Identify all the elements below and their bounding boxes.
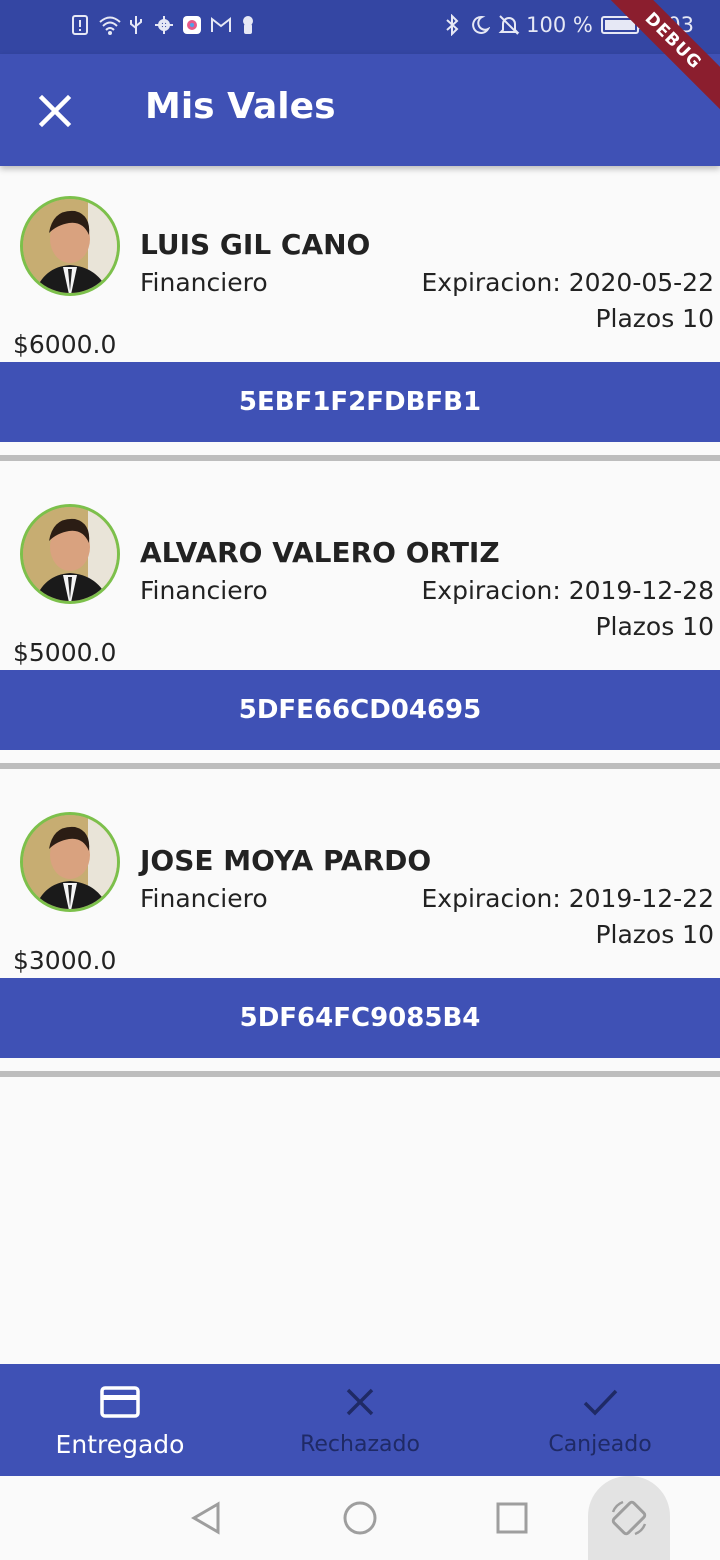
divider: [0, 763, 720, 769]
nav-label: Canjeado: [548, 1432, 652, 1457]
gmail-icon: [210, 14, 231, 36]
back-icon[interactable]: [186, 1498, 226, 1538]
nav-label: Entregado: [55, 1430, 185, 1459]
divider: [0, 455, 720, 461]
expiry-date: Expiracion: 2019-12-28: [421, 576, 715, 605]
nav-item-rechazado[interactable]: Rechazado: [240, 1364, 480, 1476]
usb-icon: [126, 14, 146, 36]
person-role: Financiero: [140, 576, 268, 605]
recents-icon[interactable]: [492, 1498, 532, 1538]
person-role: Financiero: [140, 884, 268, 913]
person-name: ALVARO VALERO ORTIZ: [140, 536, 500, 569]
person-role: Financiero: [140, 268, 268, 297]
battery-percent: 100 %: [526, 13, 593, 37]
credit-card-icon: [100, 1386, 140, 1418]
nav-label: Rechazado: [300, 1432, 420, 1457]
page-title: Mis Vales: [145, 86, 336, 127]
battery-fill: [604, 20, 635, 30]
voucher-card[interactable]: LUIS GIL CANO Financiero Expiracion: 202…: [0, 166, 720, 446]
close-icon: [38, 94, 72, 128]
close-button[interactable]: [30, 86, 80, 136]
check-icon: [583, 1389, 618, 1416]
status-bar: 100 % 9:03: [0, 0, 720, 54]
keyhole-icon: [238, 14, 258, 36]
avatar: [20, 504, 120, 604]
sim-alert-icon: [70, 14, 90, 36]
do-not-disturb-icon: [470, 14, 491, 36]
voucher-code[interactable]: 5EBF1F2FDBFB1: [0, 362, 720, 442]
nav-item-entregado[interactable]: Entregado: [0, 1364, 240, 1476]
system-navigation: [0, 1476, 720, 1560]
divider: [0, 1071, 720, 1077]
voucher-amount: $3000.0: [13, 946, 117, 975]
voucher-code[interactable]: 5DFE66CD04695: [0, 670, 720, 750]
voucher-code[interactable]: 5DF64FC9085B4: [0, 978, 720, 1058]
rotate-button[interactable]: [588, 1476, 670, 1560]
payment-terms: Plazos 10: [595, 304, 714, 333]
payment-terms: Plazos 10: [595, 920, 714, 949]
voucher-card[interactable]: ALVARO VALERO ORTIZ Financiero Expiracio…: [0, 474, 720, 754]
home-icon[interactable]: [340, 1498, 380, 1538]
person-name: LUIS GIL CANO: [140, 228, 371, 261]
avatar: [20, 812, 120, 912]
app-icon: [182, 14, 202, 36]
nav-item-canjeado[interactable]: Canjeado: [480, 1364, 720, 1476]
bell-off-icon: [498, 14, 520, 36]
close-icon: [346, 1388, 374, 1416]
expiry-date: Expiracion: 2020-05-22: [421, 268, 715, 297]
bottom-navigation: Entregado Rechazado Canjeado: [0, 1364, 720, 1476]
bluetooth-icon: [442, 13, 462, 37]
voucher-card[interactable]: JOSE MOYA PARDO Financiero Expiracion: 2…: [0, 782, 720, 1062]
rotate-icon: [611, 1500, 647, 1536]
payment-terms: Plazos 10: [595, 612, 714, 641]
expiry-date: Expiracion: 2019-12-22: [421, 884, 715, 913]
wifi-icon: [98, 14, 121, 36]
app-bar: Mis Vales: [0, 54, 720, 166]
settings-icon: [154, 14, 174, 36]
voucher-amount: $5000.0: [13, 638, 117, 667]
voucher-amount: $6000.0: [13, 330, 117, 359]
person-name: JOSE MOYA PARDO: [140, 844, 432, 877]
avatar: [20, 196, 120, 296]
status-left-icons: [70, 14, 258, 36]
